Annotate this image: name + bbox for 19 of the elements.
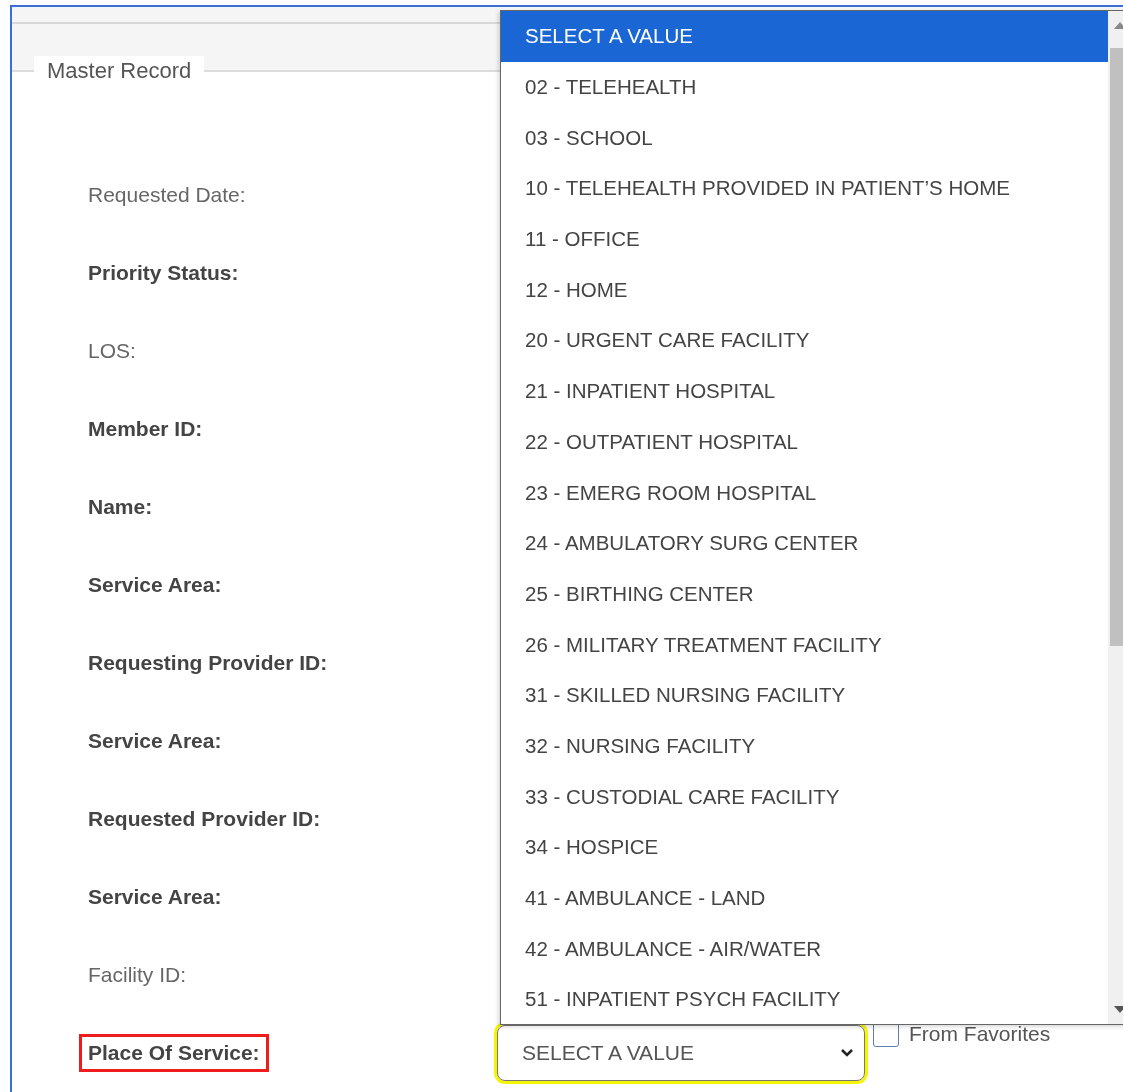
dropdown-option[interactable]: SELECT A VALUE bbox=[501, 11, 1108, 62]
field-label: Requested Date: bbox=[87, 182, 247, 208]
field-label: Priority Status: bbox=[87, 260, 240, 286]
field-label: Facility ID: bbox=[87, 962, 187, 988]
chevron-down-icon bbox=[840, 1048, 854, 1058]
checkbox-label: From Favorites bbox=[909, 1022, 1051, 1046]
place-of-service-select[interactable]: SELECT A VALUE bbox=[497, 1025, 865, 1081]
field-label: Requesting Provider ID: bbox=[87, 650, 329, 676]
field-label: Requested Provider ID: bbox=[87, 806, 322, 832]
field-label: Name: bbox=[87, 494, 154, 520]
scroll-up-icon[interactable] bbox=[1114, 21, 1123, 29]
dropdown-option[interactable]: 51 - INPATIENT PSYCH FACILITY bbox=[501, 974, 1108, 1024]
field-label: Service Area: bbox=[87, 572, 223, 598]
field-label: LOS: bbox=[87, 338, 137, 364]
field-label: Member ID: bbox=[87, 416, 204, 442]
field-label: Service Area: bbox=[87, 884, 223, 910]
field-label: Place Of Service: bbox=[79, 1034, 269, 1072]
scroll-down-icon[interactable] bbox=[1114, 1006, 1123, 1014]
field-label: Service Area: bbox=[87, 728, 223, 754]
